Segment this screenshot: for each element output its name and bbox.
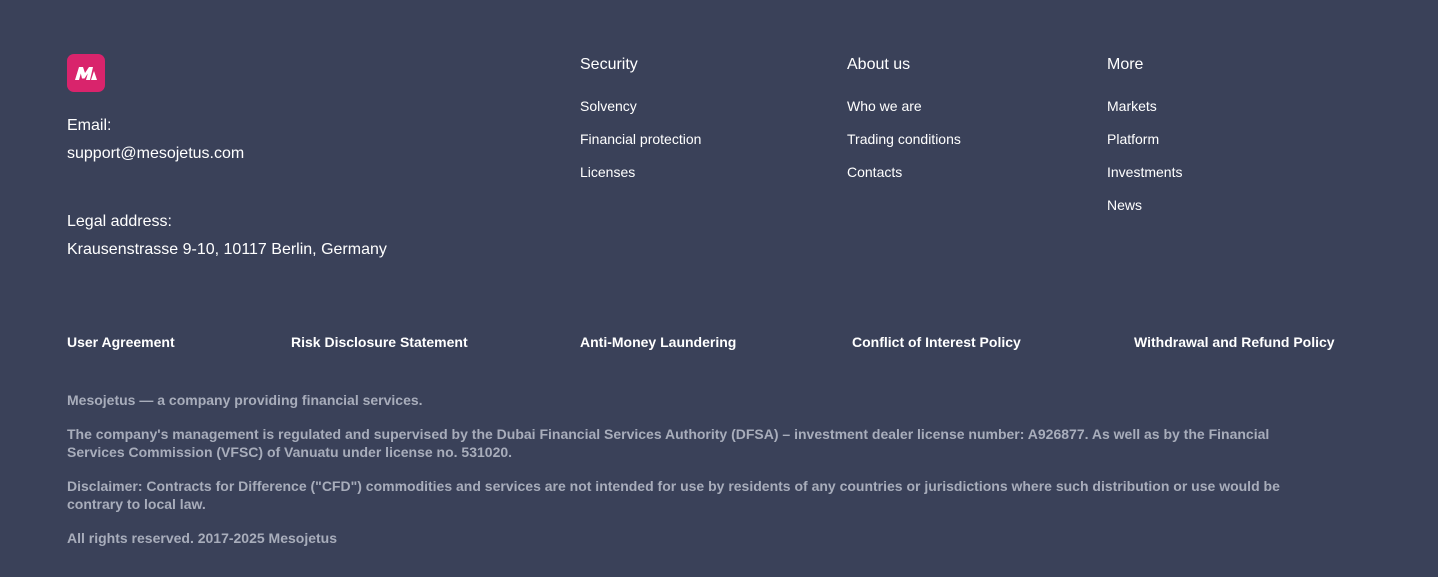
email-label: Email:	[67, 117, 112, 134]
column-title-security: Security	[580, 56, 638, 73]
column-title-more: More	[1107, 56, 1144, 73]
column-title-about-us: About us	[847, 56, 911, 73]
legal-link-anti-money-laundering[interactable]: Anti-Money Laundering	[580, 333, 736, 351]
regulation-text: The company's management is regulated an…	[67, 426, 1270, 460]
footer-link-financial-protection[interactable]: Financial protection	[580, 131, 701, 147]
email-link[interactable]: support@mesojetus.com	[67, 145, 244, 163]
legal-link-risk-disclosure[interactable]: Risk Disclosure Statement	[291, 333, 468, 351]
legal-link-withdrawal-refund[interactable]: Withdrawal and Refund Policy	[1134, 333, 1335, 351]
footer-link-markets[interactable]: Markets	[1107, 98, 1157, 114]
legal-link-user-agreement[interactable]: User Agreement	[67, 333, 175, 351]
footer-link-investments[interactable]: Investments	[1107, 164, 1182, 180]
footer-link-trading-conditions[interactable]: Trading conditions	[847, 131, 961, 147]
legal-links-bar: User Agreement Risk Disclosure Statement…	[0, 333, 1438, 353]
legal-link-conflict-of-interest[interactable]: Conflict of Interest Policy	[852, 333, 1021, 351]
footer-link-news[interactable]: News	[1107, 197, 1142, 213]
legal-address-value: Krausenstrasse 9-10, 10117 Berlin, Germa…	[67, 241, 387, 258]
footer-column-security: Security Solvency Financial protection L…	[580, 54, 701, 196]
footer-link-solvency[interactable]: Solvency	[580, 98, 637, 114]
footer-column-more: More Markets Platform Investments News	[1107, 54, 1182, 229]
mesojetus-logo-icon	[75, 67, 97, 80]
logo-link[interactable]	[67, 54, 105, 92]
footer-link-licenses[interactable]: Licenses	[580, 164, 635, 180]
footer-link-platform[interactable]: Platform	[1107, 131, 1159, 147]
footer-column-about-us: About us Who we are Trading conditions C…	[847, 54, 961, 196]
company-description: Mesojetus — a company providing financia…	[67, 392, 423, 408]
copyright-text: All rights reserved. 2017-2025 Mesojetus	[67, 530, 338, 546]
legal-address-label: Legal address:	[67, 213, 172, 230]
disclaimer-text: Disclaimer: Contracts for Difference ("C…	[67, 478, 1280, 512]
footer-link-contacts[interactable]: Contacts	[847, 164, 902, 180]
site-footer: Email: support@mesojetus.com Legal addre…	[0, 0, 1438, 577]
footer-link-who-we-are[interactable]: Who we are	[847, 98, 922, 114]
